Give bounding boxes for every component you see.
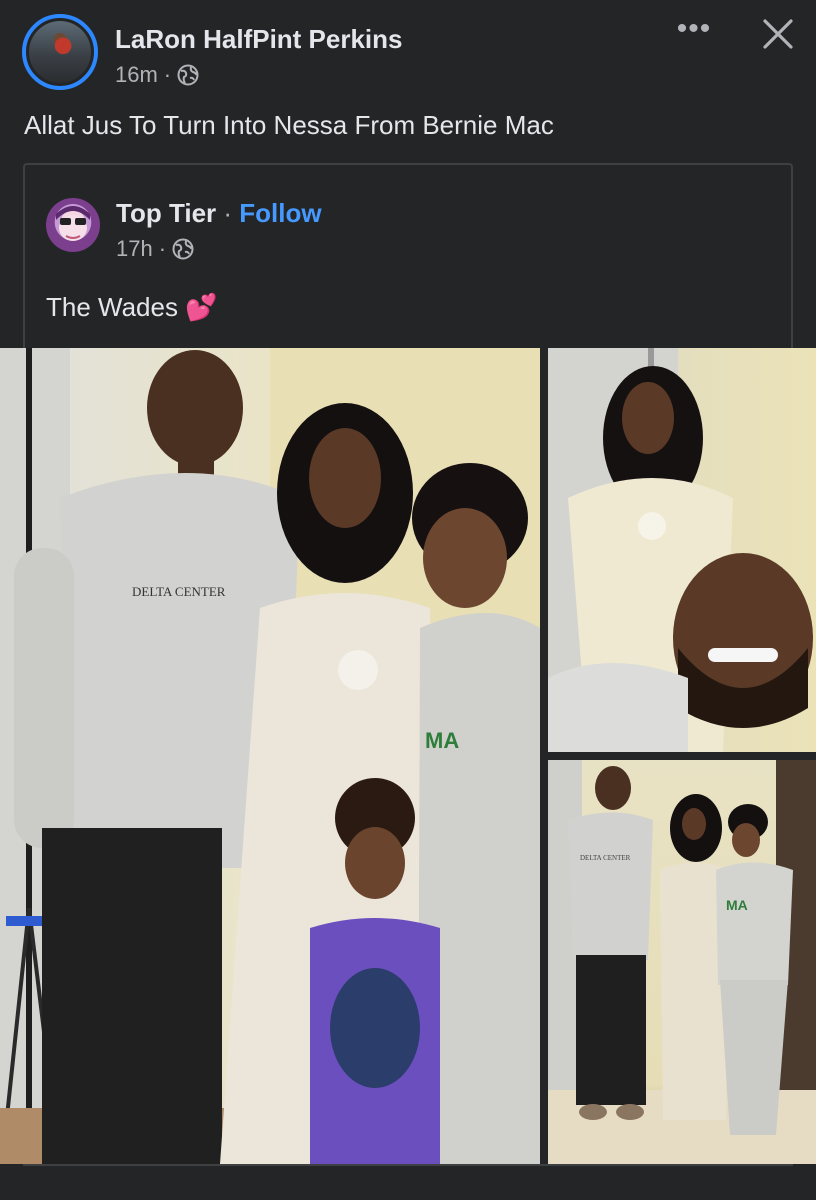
shared-author-line: Top Tier · Follow [116,198,322,229]
facebook-post: LaRon HalfPint Perkins 16m · ••• Allat J… [0,0,816,1200]
svg-text:MA: MA [425,728,459,753]
post-timestamp[interactable]: 16m [115,62,158,88]
meta-separator: · [163,62,172,87]
globe-icon [177,64,199,86]
globe-icon [172,238,194,260]
shared-author-name[interactable]: Top Tier [116,198,216,228]
shared-timestamp[interactable]: 17h [116,236,153,262]
hoodie-text-bottom: DELTA CENTER [580,854,631,862]
shared-post-text: The Wades 💕 [46,292,218,322]
shared-meta-separator: · [158,236,167,261]
shared-author-avatar[interactable] [46,198,100,252]
shared-separator: · [223,198,233,228]
close-button[interactable] [756,12,800,56]
photo-selfie[interactable] [548,348,816,752]
more-horizontal-icon: ••• [676,12,712,45]
author-avatar-image [29,21,91,83]
post-caption: Allat Jus To Turn Into Nessa From Bernie… [24,110,554,140]
post-meta: 16m · [115,62,199,88]
post-footer [0,1164,816,1200]
svg-text:MA: MA [726,897,748,913]
photo-grid: DELTA CENTER MA DELTA CENTER MA [0,348,816,1164]
author-avatar[interactable] [22,14,98,90]
author-name[interactable]: LaRon HalfPint Perkins [115,24,403,55]
shared-post-bottom-border [23,1164,793,1166]
photo-family-full[interactable]: DELTA CENTER MA [548,760,816,1164]
shared-post-meta: 17h · [116,236,194,262]
hoodie-text-main: DELTA CENTER [132,584,226,599]
close-icon [763,19,793,49]
photo-family-main[interactable]: DELTA CENTER MA [0,348,540,1164]
shared-post-frame[interactable] [23,163,793,363]
follow-button[interactable]: Follow [239,198,321,228]
more-options-button[interactable]: ••• [672,14,716,50]
